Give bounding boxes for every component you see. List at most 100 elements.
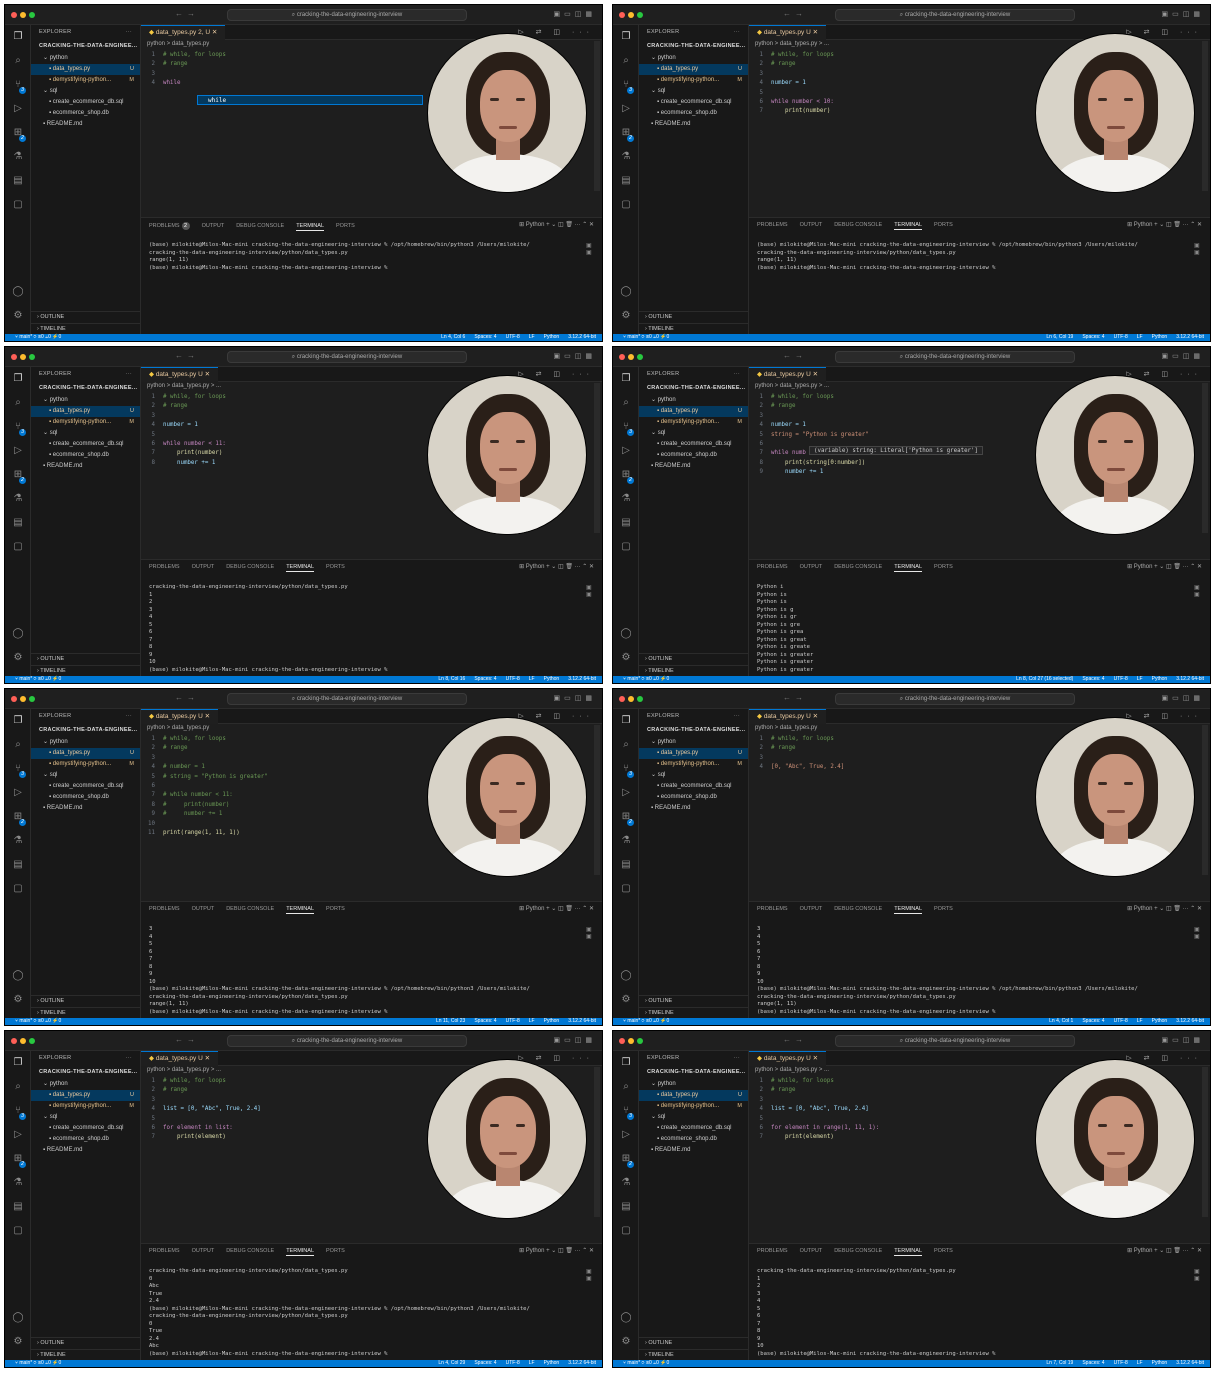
outline-section[interactable]: › OUTLINE (31, 311, 140, 322)
panel-tab-problems[interactable]: PROBLEMS (149, 564, 180, 570)
status-branch[interactable]: ⑂ main* ⟳ ⊗0 ⚠0 ⚡0 (623, 1018, 669, 1025)
panel-tab-debug-console[interactable]: DEBUG CONSOLE (834, 222, 882, 228)
explorer-item[interactable]: ⌄ python (639, 395, 748, 406)
extensions-icon[interactable]: ⊞ 2 (5, 1147, 31, 1171)
explorer-item[interactable]: ▪ data_types.py U (639, 406, 748, 417)
terminal-actions[interactable]: ⊞ Python + ⌄ ◫ 🗑 ··· ⌃ ✕ (1127, 221, 1202, 228)
terminal-list-icon[interactable]: ▣ ▣ (1194, 242, 1202, 256)
cursor-position[interactable]: Ln 11, Col 23 (436, 1018, 465, 1024)
explorer-item[interactable]: ⌄ python (639, 737, 748, 748)
panel-tabs[interactable]: PROBLEMS OUTPUT DEBUG CONSOLE TERMINAL PORTS (757, 222, 965, 230)
panel-tabs[interactable]: PROBLEMS OUTPUT DEBUG CONSOLE TERMINAL PORTS (757, 564, 965, 572)
minimize-window-button[interactable] (628, 1038, 634, 1044)
minimize-window-button[interactable] (20, 354, 26, 360)
close-window-button[interactable] (11, 12, 17, 18)
explorer-icon[interactable]: ❐ (5, 367, 31, 391)
status-item[interactable]: Spaces: 4 (1082, 1360, 1104, 1366)
breadcrumb[interactable]: python > data_types.py > ... (147, 383, 221, 389)
status-item[interactable]: 3.12.2 64-bit (568, 1360, 596, 1366)
account-icon[interactable]: ◯ (613, 1306, 639, 1330)
database-icon[interactable]: ▤ (613, 1195, 639, 1219)
panel-tab-debug-console[interactable]: DEBUG CONSOLE (226, 906, 274, 912)
nav-arrows-icon[interactable]: ←→ (175, 693, 199, 702)
nav-arrows-icon[interactable]: ←→ (783, 9, 807, 18)
minimize-window-button[interactable] (628, 12, 634, 18)
source-control-icon[interactable]: ⑂ 3 (5, 757, 31, 781)
gear-icon[interactable]: ⚙ (5, 646, 31, 670)
status-item[interactable]: Python (1152, 334, 1168, 340)
explorer-item[interactable]: ⌄ python (31, 737, 140, 748)
panel-tabs[interactable]: PROBLEMS 2 OUTPUT DEBUG CONSOLE TERMINAL PORT… (149, 222, 367, 231)
status-item[interactable]: LF (1137, 1360, 1143, 1366)
status-item[interactable]: 3.12.2 64-bit (568, 1018, 596, 1024)
extensions-icon[interactable]: ⊞ 2 (613, 121, 639, 145)
status-item[interactable]: 3.12.2 64-bit (1176, 1360, 1204, 1366)
extensions-icon[interactable]: ⊞ 2 (613, 805, 639, 829)
panel-tab-output[interactable]: OUTPUT (800, 564, 823, 570)
close-tab-icon[interactable]: ✕ (813, 371, 818, 378)
terminal-actions[interactable]: ⊞ Python + ⌄ ◫ 🗑 ··· ⌃ ✕ (519, 221, 594, 228)
breadcrumb[interactable]: python > data_types.py > ... (147, 1067, 221, 1073)
panel-tab-ports[interactable]: PORTS (326, 906, 345, 912)
panel-tab-ports[interactable]: PORTS (326, 1248, 345, 1254)
status-item[interactable]: Python (544, 334, 560, 340)
project-folder[interactable]: CRACKING-THE-DATA-ENGINEE... (31, 723, 140, 737)
testing-icon[interactable]: ⚗ (613, 487, 639, 511)
run-debug-icon[interactable]: ▷ (5, 97, 31, 121)
testing-icon[interactable]: ⚗ (613, 1171, 639, 1195)
gear-icon[interactable]: ⚙ (613, 646, 639, 670)
command-center-search[interactable]: ⌕ cracking-the-data-engineering-intervie… (227, 693, 467, 705)
panel-tab-terminal[interactable]: TERMINAL (286, 1248, 314, 1256)
panel-tab-terminal[interactable]: TERMINAL (286, 906, 314, 914)
explorer-item[interactable]: ▪ data_types.py U (639, 1090, 748, 1101)
status-item[interactable]: LF (1137, 334, 1143, 340)
panel-tab-problems[interactable]: PROBLEMS (757, 564, 788, 570)
minimize-window-button[interactable] (20, 1038, 26, 1044)
explorer-item[interactable]: ⌄ sql (639, 86, 748, 97)
status-item[interactable]: LF (529, 676, 535, 682)
database-icon[interactable]: ▤ (613, 511, 639, 535)
panel-tab-ports[interactable]: PORTS (934, 906, 953, 912)
panel-tab-terminal[interactable]: TERMINAL (894, 222, 922, 230)
editor-actions[interactable]: ▷ ⇄ ◫ ··· (1126, 370, 1202, 378)
terminal-actions[interactable]: ⊞ Python + ⌄ ◫ 🗑 ··· ⌃ ✕ (1127, 1247, 1202, 1254)
cursor-position[interactable]: Ln 6, Col 19 (1046, 334, 1073, 340)
timeline-section[interactable]: › TIMELINE (31, 323, 140, 334)
explorer-item[interactable]: ▪ ecommerce_shop.db (31, 1134, 140, 1145)
panel-tabs[interactable]: PROBLEMS OUTPUT DEBUG CONSOLE TERMINAL PORTS (149, 1248, 357, 1256)
panel-tab-problems[interactable]: PROBLEMS (757, 1248, 788, 1254)
terminal-actions[interactable]: ⊞ Python + ⌄ ◫ 🗑 ··· ⌃ ✕ (1127, 563, 1202, 570)
status-branch[interactable]: ⑂ main* ⟳ ⊗0 ⚠0 ⚡0 (623, 334, 669, 341)
layout-icons[interactable]: ▣▭◫▦ (1162, 1036, 1204, 1044)
close-window-button[interactable] (11, 696, 17, 702)
timeline-section[interactable]: › TIMELINE (639, 1349, 748, 1360)
command-center-search[interactable]: ⌕ cracking-the-data-engineering-intervie… (227, 9, 467, 21)
explorer-item[interactable]: ▪ README.md (639, 119, 748, 130)
panel-tab-terminal[interactable]: TERMINAL (296, 223, 324, 231)
explorer-icon[interactable]: ❐ (613, 709, 639, 733)
status-branch[interactable]: ⑂ main* ⟳ ⊗0 ⚠0 ⚡0 (15, 1360, 61, 1367)
account-icon[interactable]: ◯ (5, 964, 31, 988)
editor-tab[interactable]: ◆ data_types.py U ✕ (141, 709, 219, 724)
explorer-item[interactable]: ▪ demystifying-python... M (31, 417, 140, 428)
search-icon[interactable]: ⌕ (613, 391, 639, 415)
maximize-window-button[interactable] (637, 12, 643, 18)
explorer-icon[interactable]: ❐ (5, 709, 31, 733)
close-tab-icon[interactable]: ✕ (813, 29, 818, 36)
outline-section[interactable]: › OUTLINE (639, 995, 748, 1006)
account-icon[interactable]: ◯ (5, 1306, 31, 1330)
terminal-list-icon[interactable]: ▣ ▣ (586, 1268, 594, 1282)
editor-scrollbar[interactable] (1202, 383, 1208, 533)
outline-section[interactable]: › OUTLINE (31, 1337, 140, 1348)
outline-section[interactable]: › OUTLINE (639, 1337, 748, 1348)
minimize-window-button[interactable] (628, 696, 634, 702)
editor-scrollbar[interactable] (1202, 41, 1208, 191)
terminal-list-icon[interactable]: ▣ ▣ (1194, 1268, 1202, 1282)
explorer-item[interactable]: ▪ demystifying-python... M (31, 1101, 140, 1112)
explorer-icon[interactable]: ❐ (5, 25, 31, 49)
explorer-item[interactable]: ▪ create_ecommerce_db.sql (639, 97, 748, 108)
command-center-search[interactable]: ⌕ cracking-the-data-engineering-intervie… (835, 693, 1075, 705)
source-control-icon[interactable]: ⑂ 3 (613, 73, 639, 97)
testing-icon[interactable]: ⚗ (613, 829, 639, 853)
nav-arrows-icon[interactable]: ←→ (175, 9, 199, 18)
